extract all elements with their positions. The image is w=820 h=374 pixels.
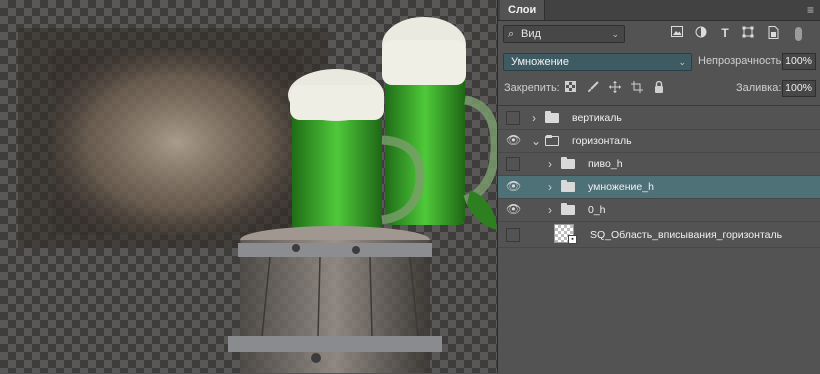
chevron-right-icon[interactable]: ›	[548, 179, 552, 195]
lock-artboard-icon[interactable]	[630, 81, 643, 95]
layer-row-sq-area[interactable]: ▪ SQ_Область_вписывания_горизонталь	[498, 222, 820, 248]
barrel	[228, 226, 442, 373]
layer-row-beer-h[interactable]: › пиво_h	[498, 153, 820, 176]
chevron-right-icon[interactable]: ›	[548, 156, 552, 172]
type-filter-icon[interactable]: T	[718, 26, 732, 40]
folder-open-icon	[545, 135, 559, 146]
layer-name: вертикаль	[572, 112, 622, 124]
eye-icon[interactable]: 👁	[506, 203, 521, 217]
filter-row: ⌕ Вид ⌄ T	[498, 24, 820, 46]
layer-row-vertical[interactable]: › вертикаль	[498, 107, 820, 130]
visibility-toggle-empty[interactable]	[506, 228, 520, 242]
smart-object-icon: ▪	[568, 235, 577, 244]
lock-all-icon[interactable]	[652, 80, 665, 95]
visibility-toggle-empty[interactable]	[506, 157, 520, 171]
opacity-label: Непрозрачность:	[698, 55, 785, 67]
layer-row-0-h[interactable]: 👁 › 0_h	[498, 199, 820, 222]
fill-input[interactable]: 100%	[782, 80, 816, 97]
adjustment-filter-icon[interactable]	[694, 26, 708, 40]
panel-tab-bar: Слои ≡	[498, 0, 820, 21]
layers-panel: Слои ≡ ⌕ Вид ⌄ T Умножение ⌄ Непрозрачно…	[497, 0, 820, 374]
chevron-down-icon: ⌄	[611, 29, 619, 39]
lock-transparent-pixels-icon[interactable]	[564, 81, 577, 95]
layer-name: 0_h	[588, 204, 606, 216]
fill-label: Заливка:	[736, 82, 782, 94]
opacity-input[interactable]: 100%	[782, 53, 816, 70]
folder-icon	[561, 180, 575, 192]
filter-kind-select[interactable]: ⌕ Вид ⌄	[503, 25, 625, 43]
visibility-toggle-empty[interactable]	[506, 111, 520, 125]
layer-name: горизонталь	[572, 135, 632, 147]
shape-filter-icon[interactable]	[741, 26, 755, 40]
smart-object-filter-icon[interactable]	[766, 26, 780, 40]
layer-name: умножение_h	[588, 181, 654, 193]
blend-mode-value: Умножение	[511, 56, 569, 68]
eye-icon[interactable]: 👁	[506, 180, 521, 194]
lock-row: Закрепить: Заливка: 100%	[498, 79, 820, 99]
folder-icon	[561, 203, 575, 215]
layer-name: пиво_h	[588, 158, 623, 170]
blend-row: Умножение ⌄ Непрозрачность: 100%	[498, 52, 820, 74]
layer-row-multiply-h[interactable]: 👁 › умножение_h	[498, 176, 820, 199]
layer-name: SQ_Область_вписывания_горизонталь	[590, 229, 783, 241]
chevron-right-icon[interactable]: ›	[532, 110, 536, 126]
lock-label: Закрепить:	[504, 82, 560, 94]
layers-list: › вертикаль 👁 ⌄ горизонталь › пиво_h 👁 ›…	[498, 105, 820, 374]
eye-icon[interactable]: 👁	[506, 134, 521, 148]
tab-layers[interactable]: Слои	[500, 0, 546, 20]
layer-row-horizontal[interactable]: 👁 ⌄ горизонталь	[498, 130, 820, 153]
folder-icon	[561, 157, 575, 169]
filter-kind-value: Вид	[521, 28, 541, 40]
lock-image-pixels-icon[interactable]	[586, 81, 599, 95]
panel-menu-icon[interactable]: ≡	[807, 3, 814, 17]
chevron-down-icon[interactable]: ⌄	[531, 133, 541, 149]
document-canvas[interactable]	[0, 0, 497, 373]
chevron-right-icon[interactable]: ›	[548, 202, 552, 218]
lock-position-icon[interactable]	[608, 81, 621, 95]
filter-toggle-switch[interactable]	[795, 27, 802, 41]
canvas-artwork	[0, 0, 497, 373]
blend-mode-select[interactable]: Умножение ⌄	[503, 53, 692, 71]
image-filter-icon[interactable]	[670, 26, 684, 40]
folder-icon	[545, 111, 559, 123]
chevron-down-icon: ⌄	[678, 57, 686, 67]
search-icon: ⌕	[508, 28, 515, 40]
